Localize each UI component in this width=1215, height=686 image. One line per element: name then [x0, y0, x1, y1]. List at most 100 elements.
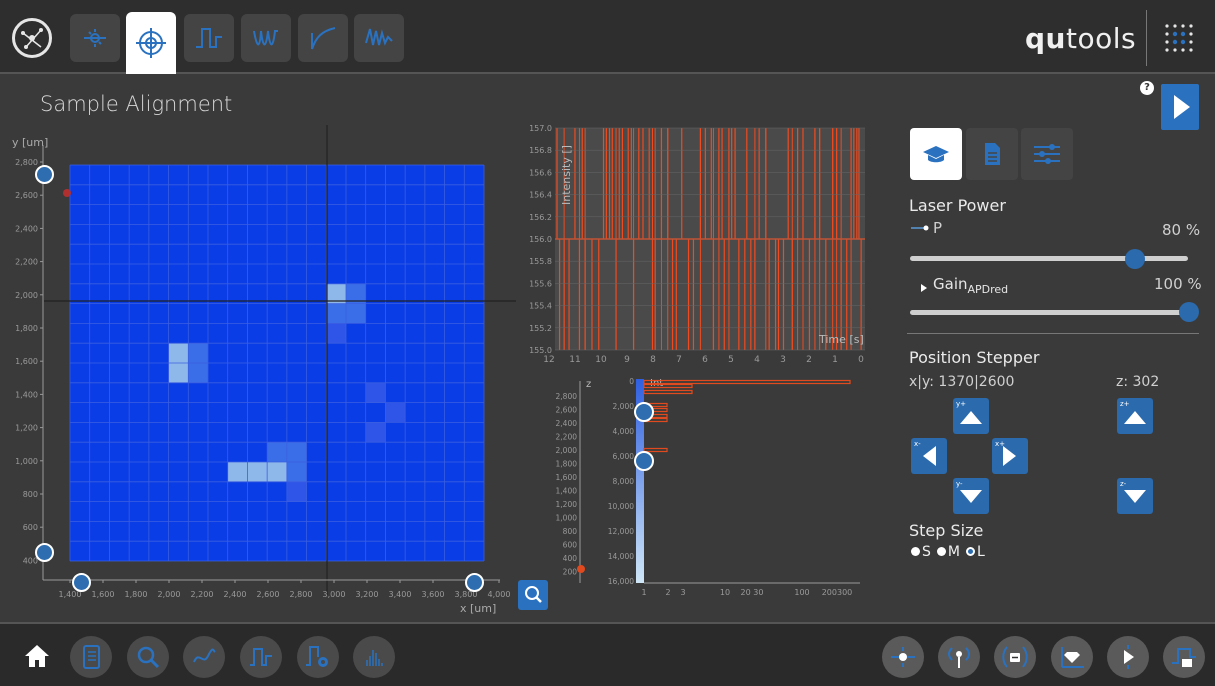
z-position-marker [577, 565, 585, 573]
brand-logo: qutools [1025, 22, 1137, 55]
mode-document-button[interactable] [966, 128, 1018, 180]
y-tick-label: 1,000 [15, 457, 38, 466]
y-min-handle[interactable] [35, 543, 54, 562]
z-tick: 1,800 [556, 460, 578, 469]
home-icon[interactable] [24, 644, 50, 672]
int-tick: 0 [629, 377, 634, 386]
step-x-minus-button[interactable]: x- [911, 438, 947, 474]
arrow-left-icon [923, 446, 936, 466]
page-title: Sample Alignment [40, 92, 233, 116]
x-tick-label: 3,200 [356, 590, 379, 599]
dot-grid-logo-icon[interactable] [1163, 22, 1199, 58]
x-tick-label: 2,800 [290, 590, 313, 599]
pulse-button[interactable] [240, 636, 282, 678]
gain-slider-knob[interactable] [1179, 302, 1199, 322]
settings-pulse-icon [306, 646, 328, 667]
time-x-tick: 10 [595, 355, 607, 365]
network-logo-icon[interactable] [12, 18, 52, 58]
arrow-up-icon [960, 411, 982, 424]
time-y-tick: 155.4 [529, 302, 552, 311]
log-x-tick: 200300 [822, 588, 853, 597]
top-bar: qutools [0, 0, 1215, 74]
time-y-tick: 155.8 [529, 257, 552, 266]
step-y-minus-button[interactable]: y- [953, 478, 989, 514]
heat-cell [168, 343, 189, 363]
mode-tutorial-button[interactable] [910, 128, 962, 180]
arrow-down-icon [1124, 490, 1146, 503]
play-button[interactable] [1161, 84, 1199, 130]
x-axis-label: x [um] [460, 602, 497, 615]
step-z-plus-button[interactable]: z+ [1117, 398, 1153, 434]
step-x-plus-button[interactable]: x+ [992, 438, 1028, 474]
int-tick: 8,000 [613, 477, 635, 486]
wave-icon [253, 30, 278, 46]
heat-cell [365, 382, 386, 403]
int-tick: 12,000 [608, 527, 634, 536]
mode-settings-button[interactable] [1021, 128, 1073, 180]
step-z-minus-button[interactable]: z- [1117, 478, 1153, 514]
notebook-button[interactable] [70, 636, 112, 678]
pulse-settings-button[interactable] [297, 636, 339, 678]
laser-button[interactable] [882, 636, 924, 678]
power-slider[interactable] [910, 256, 1188, 261]
field-button[interactable] [994, 636, 1036, 678]
curve-button[interactable] [183, 636, 225, 678]
scan-heatmap[interactable]: y [um] 2,800 2,600 2,400 2,200 2,000 1,800 1,6… [0, 125, 520, 620]
step-size-s[interactable]: S [911, 544, 931, 560]
graduation-cap-icon [923, 146, 949, 163]
time-y-tick: 156.8 [529, 146, 552, 155]
search-button[interactable] [127, 636, 169, 678]
tab-pulse[interactable] [184, 14, 234, 62]
decay-icon [311, 27, 336, 50]
z-tick: 1,600 [556, 473, 578, 482]
panel-divider [907, 333, 1199, 334]
step-export-button[interactable] [1163, 636, 1205, 678]
z-scan-chart[interactable]: z 2,800 2,600 2,400 2,200 2,000 1,800 1,600 1,40… [540, 373, 890, 603]
z-bar [643, 389, 693, 395]
step-size-m[interactable]: M [936, 544, 960, 560]
log-x-tick: 20 30 [741, 588, 764, 597]
x-min-handle[interactable] [72, 573, 91, 592]
x-tick-label: 3,600 [422, 590, 445, 599]
y-max-handle[interactable] [35, 165, 54, 184]
antenna-button[interactable] [938, 636, 980, 678]
search-icon [137, 646, 160, 669]
brand-divider [1146, 10, 1147, 66]
z-tick: 1,400 [556, 487, 578, 496]
intensity-time-chart[interactable]: 157.0 156.8 156.6 156.4 156.2 156.0 155.8 155.6… [515, 120, 875, 370]
document-icon [985, 143, 1000, 165]
z-tick: 200 [563, 568, 578, 577]
y-tick-label: 800 [23, 490, 38, 499]
time-x-label: Time [s] [818, 333, 864, 346]
help-icon[interactable]: ? [1140, 81, 1154, 95]
heat-cell [267, 462, 287, 482]
log-x-tick: 10 [720, 588, 730, 597]
x-max-handle[interactable] [465, 573, 484, 592]
tab-wave[interactable] [241, 14, 291, 62]
gain-slider[interactable] [910, 310, 1188, 315]
tab-burst[interactable] [354, 14, 404, 62]
tab-alignment[interactable] [126, 12, 176, 74]
z-lower-handle [634, 451, 654, 471]
z-tick: 2,400 [556, 419, 578, 428]
step-size-radio-group: S M L [911, 544, 985, 560]
power-slider-knob[interactable] [1125, 249, 1145, 269]
play-step-button[interactable] [1107, 636, 1149, 678]
time-y-tick: 156.0 [529, 235, 552, 244]
time-y-label: Intensity [] [560, 145, 573, 205]
step-y-plus-button[interactable]: y+ [953, 398, 989, 434]
arrow-right-icon [1003, 446, 1016, 466]
step-size-l[interactable]: L [965, 544, 985, 560]
heat-cell [365, 422, 386, 443]
expand-arrow-icon[interactable] [920, 278, 928, 297]
diamond-button[interactable] [1051, 636, 1093, 678]
tab-spot[interactable] [70, 14, 120, 62]
tab-decay[interactable] [298, 14, 348, 62]
time-x-tick: 2 [806, 355, 812, 365]
pulse-icon [250, 648, 272, 666]
time-y-tick: 157.0 [529, 124, 552, 133]
heat-cell [188, 343, 208, 363]
heat-cell [227, 462, 248, 482]
x-tick-label: 3,400 [389, 590, 412, 599]
histogram-button[interactable] [353, 636, 395, 678]
